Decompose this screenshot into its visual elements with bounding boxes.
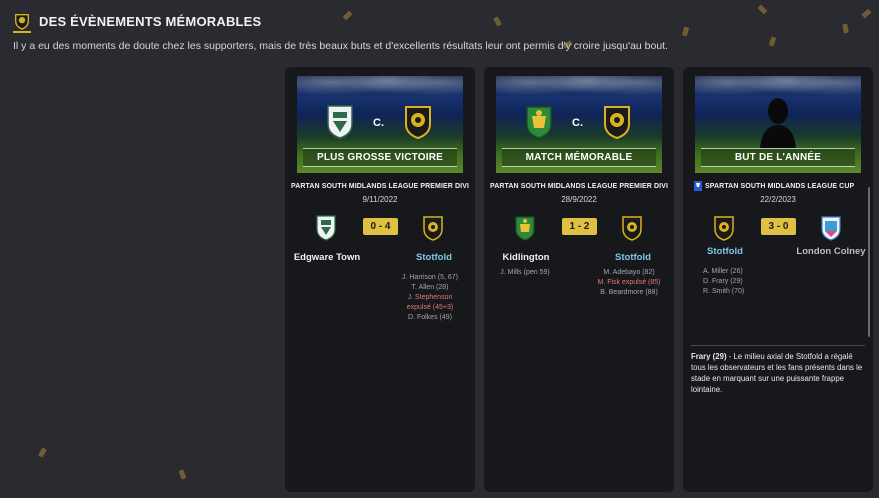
home-team-name[interactable]: Edgware Town <box>287 252 367 263</box>
away-scorers: J. Harrison (5, 67) T. Allen (28) J. Ste… <box>385 273 475 323</box>
divider <box>691 345 865 346</box>
away-scorers: M. Adebayo (82) M. Fisk expulsé (85) B. … <box>584 268 674 298</box>
player-silhouette-icon <box>760 98 796 148</box>
scorer-item: J. Harrison (5, 67) <box>401 274 459 281</box>
confetti-decoration <box>861 8 872 19</box>
edgware-crest-icon <box>316 215 336 241</box>
stotfold-crest-icon <box>423 216 443 241</box>
banner-label: MATCH MÉMORABLE <box>525 152 633 163</box>
confetti-decoration <box>768 36 777 47</box>
home-team-name[interactable]: Kidlington <box>486 252 566 263</box>
match-banner: C. PLUS GROSSE VICTOIRE <box>297 76 463 173</box>
cup-icon <box>694 181 702 191</box>
home-team-name[interactable]: Stotfold <box>685 246 765 257</box>
score-badge: 0 - 4 <box>363 218 398 235</box>
event-card-biggest-win[interactable]: C. PLUS GROSSE VICTOIRE PARTAN SOUTH MID… <box>285 67 475 492</box>
score-badge: 1 - 2 <box>562 218 597 235</box>
edgware-crest-icon <box>327 105 353 139</box>
description-player: Frary (29) <box>691 352 727 361</box>
scorer-item: R. Smith (70) <box>703 288 745 295</box>
versus-label: C. <box>373 117 384 129</box>
match-banner: C. MATCH MÉMORABLE <box>496 76 662 173</box>
confetti-decoration <box>178 469 187 480</box>
confetti-decoration <box>342 10 353 21</box>
away-team-name[interactable]: London Colney <box>791 246 871 257</box>
stotfold-crest-icon <box>714 216 734 241</box>
confetti-decoration <box>681 26 690 37</box>
home-scorers: J. Mills (pen 59) <box>484 268 566 278</box>
scorer-item: B. Beardmore (88) <box>600 289 658 296</box>
banner-label: PLUS GROSSE VICTOIRE <box>316 152 444 163</box>
intro-text: Il y a eu des moments de doute chez les … <box>13 40 669 52</box>
kidlington-crest-icon <box>515 216 535 241</box>
stotfold-crest-icon <box>604 106 630 140</box>
confetti-decoration <box>493 16 502 27</box>
red-card-item: J. Stephenson <box>407 294 453 301</box>
away-team-name[interactable]: Stotfold <box>594 252 672 263</box>
red-card-item: expulsé (45+3) <box>406 304 454 311</box>
match-date: 22/2/2023 <box>760 195 796 204</box>
versus-label: C. <box>572 117 583 129</box>
competition-name: PARTAN SOUTH MIDLANDS LEAGUE PREMIER DIV… <box>290 183 470 190</box>
scorer-item: M. Adebayo (82) <box>603 269 655 276</box>
match-date: 28/9/2022 <box>561 195 597 204</box>
scorer-item: T. Allen (28) <box>411 284 449 291</box>
goal-description: Frary (29) - Le milieu axial de Stotfold… <box>691 351 867 395</box>
stotfold-crest-icon <box>622 216 642 241</box>
event-card-memorable-match[interactable]: C. MATCH MÉMORABLE PARTAN SOUTH MIDLANDS… <box>484 67 674 492</box>
kidlington-crest-icon <box>526 106 552 139</box>
competition-name: PARTAN SOUTH MIDLANDS LEAGUE PREMIER DIV… <box>489 183 669 190</box>
banner-label: BUT DE L'ANNÉE <box>734 152 822 163</box>
confetti-decoration <box>757 4 768 15</box>
section-header: DES ÉVÈNEMENTS MÉMORABLES <box>13 8 273 34</box>
confetti-decoration <box>38 447 47 458</box>
page-title: DES ÉVÈNEMENTS MÉMORABLES <box>39 13 262 29</box>
confetti-decoration <box>842 23 849 34</box>
match-banner: BUT DE L'ANNÉE <box>695 76 861 173</box>
scorer-item: D. Folkes (49) <box>408 314 452 321</box>
stotfold-crest-icon <box>405 106 431 140</box>
score-badge: 3 - 0 <box>761 218 796 235</box>
london-colney-crest-icon <box>821 216 841 241</box>
card-scrollbar[interactable] <box>868 187 870 337</box>
stotfold-crest-icon <box>15 14 29 30</box>
scorer-item: A. Miller (26) <box>703 268 743 275</box>
match-date: 9/11/2022 <box>362 195 398 204</box>
event-card-goal-of-year[interactable]: BUT DE L'ANNÉE SPARTAN SOUTH MIDLANDS LE… <box>683 67 873 492</box>
home-scorers: A. Miller (26) D. Frary (29) R. Smith (7… <box>703 267 763 297</box>
scorer-item: D. Frary (29) <box>703 278 743 285</box>
scorer-item: J. Mills (pen 59) <box>500 269 550 276</box>
title-underline <box>13 31 31 33</box>
red-card-item: M. Fisk expulsé (85) <box>597 279 661 286</box>
away-team-name[interactable]: Stotfold <box>395 252 473 263</box>
competition-name: SPARTAN SOUTH MIDLANDS LEAGUE CUP <box>705 183 855 190</box>
